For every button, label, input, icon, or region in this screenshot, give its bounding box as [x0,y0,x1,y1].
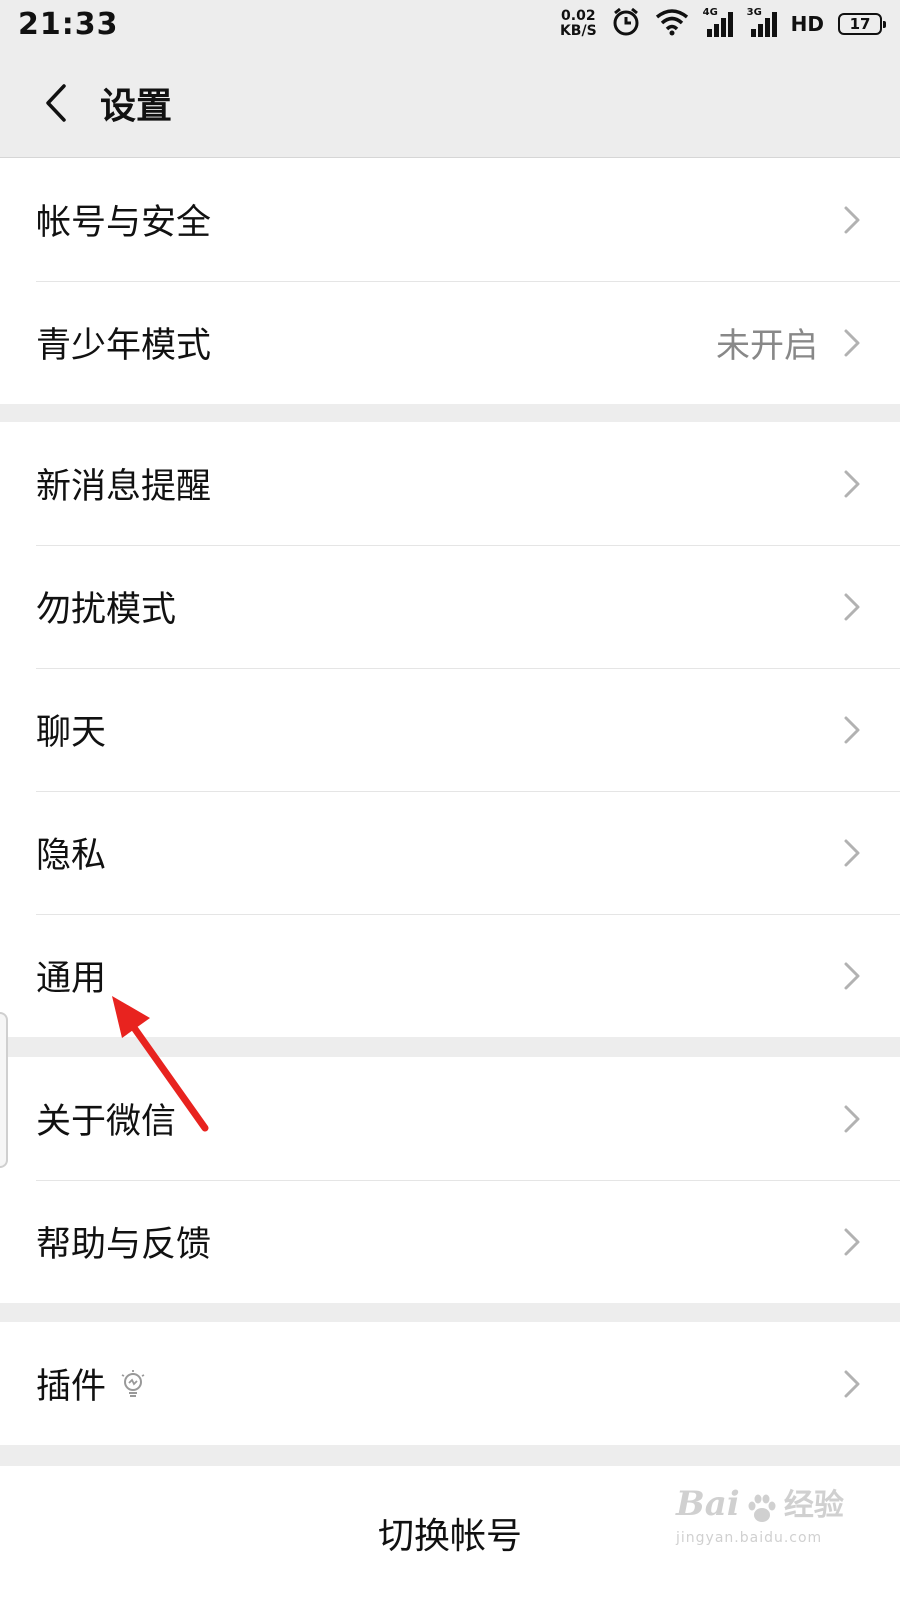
settings-item-label: 帮助与反馈 [36,1225,212,1265]
chevron-right-icon [840,713,864,747]
network-speed-value: 0.02 [561,8,596,24]
settings-item-help-feedback[interactable]: 帮助与反馈 [0,1180,900,1303]
status-time: 21:33 [18,6,119,42]
settings-item-privacy[interactable]: 隐私 [0,791,900,914]
settings-item-label: 隐私 [36,836,107,876]
settings-item-general[interactable]: 通用 [0,914,900,1037]
settings-item-label: 帐号与安全 [36,203,212,243]
switch-account-label: 切换帐号 [377,1516,522,1557]
chevron-right-icon [840,1367,864,1401]
settings-item-label: 关于微信 [36,1102,177,1142]
signal-4g-label: 4G [702,7,718,18]
lightbulb-icon [120,1369,146,1399]
settings-item-youth-mode[interactable]: 青少年模式 未开启 [0,281,900,404]
signal-3g-label: 3G [746,7,762,18]
page-title: 设置 [100,85,173,127]
plugins-label: 插件 [36,1367,107,1407]
nav-bar: 设置 [0,48,900,158]
settings-item-notifications[interactable]: 新消息提醒 [0,422,900,545]
settings-item-account-security[interactable]: 帐号与安全 [0,158,900,281]
settings-item-plugins[interactable]: 插件 [0,1322,900,1445]
settings-item-do-not-disturb[interactable]: 勿扰模式 [0,545,900,668]
settings-item-label: 新消息提醒 [36,467,212,507]
edge-handle[interactable] [0,1012,8,1168]
chevron-right-icon [840,836,864,870]
settings-item-label: 青少年模式 [36,326,212,366]
chevron-right-icon [840,590,864,624]
battery-icon: 17 [838,13,886,35]
settings-item-label: 勿扰模式 [36,590,177,630]
settings-group-general: 新消息提醒 勿扰模式 聊天 隐私 通用 [0,422,900,1037]
signal-4g-icon: 4G [703,7,733,37]
chevron-right-icon [840,1102,864,1136]
settings-item-label: 插件 [36,1358,146,1409]
settings-group-plugins: 插件 [0,1322,900,1445]
signal-3g-icon: 3G [747,7,777,37]
status-bar: 21:33 0.02 KB/S 4G 3G HD 17 [0,0,900,48]
status-icons: 0.02 KB/S 4G 3G HD 17 [560,7,886,41]
settings-group-about: 关于微信 帮助与反馈 [0,1057,900,1303]
network-speed-unit: KB/S [559,23,597,39]
chevron-right-icon [840,1225,864,1259]
chevron-right-icon [840,467,864,501]
battery-level: 17 [849,15,871,33]
chevron-left-icon[interactable] [26,73,86,133]
settings-item-chat[interactable]: 聊天 [0,668,900,791]
hd-voice-icon: HD [790,12,824,36]
switch-account-button[interactable]: 切换帐号 [0,1466,900,1600]
youth-mode-status: 未开启 [716,326,818,366]
settings-item-about-wechat[interactable]: 关于微信 [0,1057,900,1180]
chevron-right-icon [840,326,864,360]
network-speed: 0.02 KB/S [560,9,597,39]
settings-item-label: 通用 [36,959,107,999]
chevron-right-icon [840,959,864,993]
settings-item-label: 聊天 [36,713,107,753]
alarm-icon [611,7,641,41]
wifi-icon [655,8,689,40]
settings-group-account: 帐号与安全 青少年模式 未开启 [0,158,900,404]
chevron-right-icon [840,203,864,237]
